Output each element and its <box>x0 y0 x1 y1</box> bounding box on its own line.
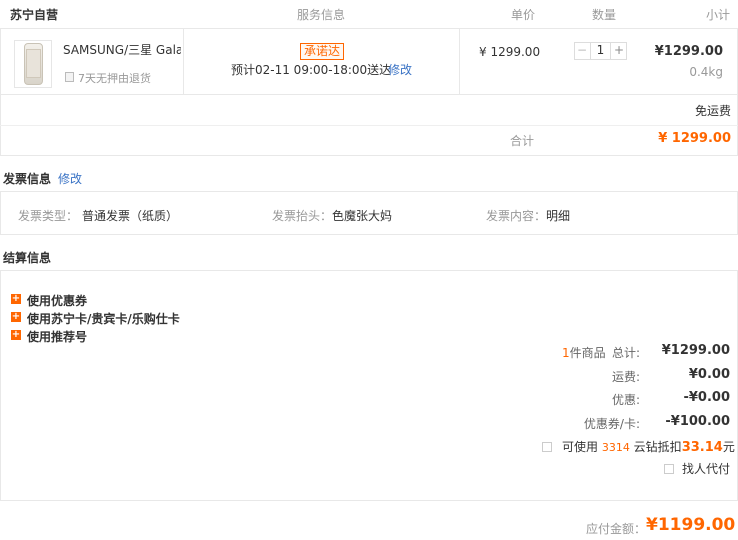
cloud-diamond-row: 可使用 3314 云钻抵扣33.14元 <box>562 438 735 455</box>
cloud-suffix: 元 <box>722 440 735 454</box>
cart-header: 苏宁自营 服务信息 单价 数量 小计 <box>0 0 738 28</box>
phone-screen <box>26 49 41 78</box>
discount-label: 优惠: <box>611 393 640 407</box>
return-policy-text: 7天无押由退货 <box>78 72 151 85</box>
proxy-pay-label: 找人代付 <box>682 462 731 476</box>
invoice-content-value: 明细 <box>546 209 571 223</box>
cloud-diamond-checkbox[interactable] <box>542 442 552 452</box>
coupon-label: 优惠券/卡: <box>583 417 640 431</box>
cloud-amount: 3314 <box>601 441 630 454</box>
service-badge: 承诺达 <box>300 43 345 60</box>
store-name: 苏宁自营 <box>10 8 59 22</box>
invoice-content-label: 发票内容： <box>486 209 547 223</box>
col-service-header: 服务信息 <box>297 8 346 22</box>
proxy-pay-checkbox[interactable] <box>664 464 674 474</box>
payable-label: 应付金额： <box>585 522 646 536</box>
quantity-plus-button[interactable]: + <box>612 42 626 59</box>
sum-total-label: 总计: <box>611 346 640 360</box>
expand-plus-icon[interactable]: + <box>11 312 21 322</box>
total-label: 合计 <box>509 134 534 148</box>
invoice-type-value: 普通发票（纸质） <box>82 209 179 223</box>
shipping-value: ¥0.00 <box>688 367 730 382</box>
cloud-prefix: 可使用 <box>562 440 599 454</box>
total-value: ¥ 1299.00 <box>658 131 731 146</box>
product-name-link[interactable]: SAMSUNG/三星 Galaxy S6 <box>63 41 181 58</box>
unit-price: ¥ 1299.00 <box>479 45 541 59</box>
free-shipping-label: 免运费 <box>694 104 731 118</box>
invoice-type-label: 发票类型： <box>18 209 79 223</box>
expand-plus-icon[interactable]: + <box>11 294 21 304</box>
expand-plus-icon[interactable]: + <box>11 330 21 340</box>
use-coupon-option[interactable]: 使用优惠券 <box>27 292 87 309</box>
invoice-title: 发票信息 <box>3 172 52 186</box>
shipping-label: 运费: <box>611 370 640 384</box>
col-subtotal-header: 小计 <box>706 8 731 22</box>
product-subtotal: ¥1299.00 <box>654 44 723 59</box>
divider <box>183 28 184 94</box>
divider <box>459 28 460 94</box>
use-card-option[interactable]: 使用苏宁卡/贵宾卡/乐购仕卡 <box>27 310 180 327</box>
cloud-middle: 云钻抵扣 <box>633 440 682 454</box>
invoice-edit-link[interactable]: 修改 <box>58 170 82 187</box>
delivery-time: 预计02-11 09:00-18:00送达 <box>231 63 392 77</box>
invoice-header-value: 色魔张大妈 <box>332 209 393 223</box>
coupon-value: -¥100.00 <box>665 414 730 429</box>
col-qty-header: 数量 <box>592 8 617 22</box>
quantity-minus-button[interactable]: − <box>575 42 589 59</box>
use-referral-option[interactable]: 使用推荐号 <box>27 328 87 345</box>
product-weight: 0.4kg <box>689 65 723 79</box>
payable-amount: ¥1199.00 <box>646 515 736 535</box>
settlement-title: 结算信息 <box>3 251 52 265</box>
sum-total-value: ¥1299.00 <box>661 343 730 358</box>
cloud-value: 33.14 <box>681 440 723 455</box>
divider <box>0 125 738 126</box>
divider <box>0 94 738 95</box>
quantity-input[interactable]: 1 <box>590 42 611 59</box>
invoice-header-label: 发票抬头： <box>272 209 333 223</box>
delivery-edit-link[interactable]: 修改 <box>388 61 412 78</box>
col-price-header: 单价 <box>511 8 536 22</box>
return-policy-icon <box>65 72 74 82</box>
discount-value: -¥0.00 <box>683 390 730 405</box>
settlement-box <box>0 270 738 501</box>
